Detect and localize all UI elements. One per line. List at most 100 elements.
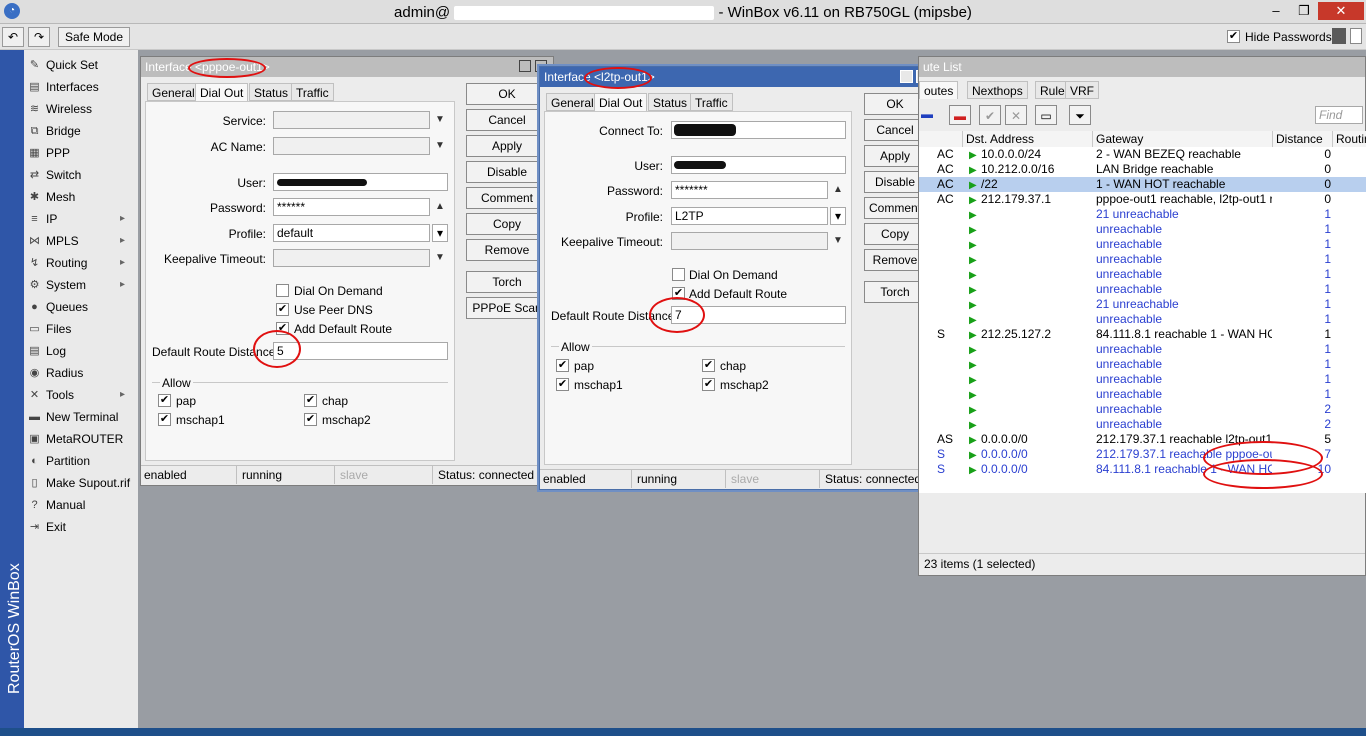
enable-icon[interactable]: ✔ <box>979 105 1001 125</box>
table-row[interactable]: AC ▶ 212.179.37.1 pppoe-out1 reachable, l2t… <box>919 192 1366 207</box>
minimize-button[interactable]: – <box>1262 2 1290 20</box>
table-row[interactable]: S ▶ 212.25.127.2 84.111.8.1 reachable 1 - W… <box>919 327 1366 342</box>
table-row[interactable]: ▶ unreachable 1 <box>919 372 1366 387</box>
keepalive-dropdown-icon[interactable]: ▼ <box>833 235 843 246</box>
sidebar-item-mesh[interactable]: ✱ Mesh <box>26 186 138 208</box>
l2tp-restore-icon[interactable] <box>900 70 913 83</box>
allow-pap-checkbox[interactable]: ✔ <box>556 359 569 372</box>
sidebar-item-partition[interactable]: ◐ Partition <box>26 450 138 472</box>
restore-button[interactable]: ❐ <box>1290 2 1318 20</box>
table-row[interactable]: ▶ unreachable 1 <box>919 312 1366 327</box>
col-dst-address[interactable]: Dst. Address <box>963 131 1093 147</box>
user-field[interactable] <box>671 156 846 174</box>
password-toggle-icon[interactable]: ▲ <box>435 201 445 212</box>
comment-button[interactable]: Comment <box>864 197 926 219</box>
allow-mschap2-checkbox[interactable]: ✔ <box>702 378 715 391</box>
col-flags[interactable] <box>919 131 963 147</box>
sidebar-item-mpls[interactable]: ⋈ MPLS ▸ <box>26 230 138 252</box>
cancel-button[interactable]: Cancel <box>466 109 548 131</box>
remove-button[interactable]: Remove <box>466 239 548 261</box>
table-row[interactable]: ▶ unreachable 1 <box>919 237 1366 252</box>
profile-select[interactable]: default <box>273 224 430 242</box>
tab-traffic[interactable]: Traffic <box>690 93 733 111</box>
keepalive-field[interactable] <box>671 232 828 250</box>
sidebar-item-routing[interactable]: ↯ Routing ▸ <box>26 252 138 274</box>
sidebar-item-system[interactable]: ⚙ System ▸ <box>26 274 138 296</box>
service-dropdown-icon[interactable]: ▼ <box>435 114 445 125</box>
tab-nexthops[interactable]: Nexthops <box>967 81 1028 99</box>
sidebar-item-interfaces[interactable]: ▤ Interfaces <box>26 76 138 98</box>
copy-button[interactable]: Copy <box>864 223 926 245</box>
table-row[interactable]: ▶ unreachable 1 <box>919 342 1366 357</box>
torch-button[interactable]: Torch <box>864 281 926 303</box>
table-row[interactable]: AC ▶ /22 1 - WAN HOT reachable 0 <box>919 177 1366 192</box>
route-list-title[interactable]: ute List <box>919 57 1365 77</box>
table-row[interactable]: ▶ unreachable 1 <box>919 267 1366 282</box>
allow-mschap1-checkbox[interactable]: ✔ <box>556 378 569 391</box>
dial-on-demand-checkbox[interactable] <box>672 268 685 281</box>
ac-name-field[interactable] <box>273 137 430 155</box>
tab-status[interactable]: Status <box>648 93 693 111</box>
connect-to-field[interactable] <box>671 121 846 139</box>
table-row[interactable]: ▶ 21 unreachable 1 <box>919 297 1366 312</box>
safe-mode-button[interactable]: Safe Mode <box>58 27 130 47</box>
col-gateway[interactable]: Gateway <box>1093 131 1273 147</box>
disable-icon[interactable]: ✕ <box>1005 105 1027 125</box>
user-field[interactable] <box>273 173 448 191</box>
pppoe-restore-icon[interactable] <box>519 60 531 72</box>
tab-routes[interactable]: outes <box>919 81 959 99</box>
find-input[interactable]: Find <box>1315 106 1363 124</box>
sidebar-item-ip[interactable]: ≡ IP ▸ <box>26 208 138 230</box>
table-row[interactable]: ▶ unreachable 1 <box>919 357 1366 372</box>
table-row[interactable]: ▶ unreachable 1 <box>919 222 1366 237</box>
table-row[interactable]: AC ▶ 10.212.0.0/16 LAN Bridge reachable 0 <box>919 162 1366 177</box>
table-row[interactable]: AC ▶ 10.0.0.0/24 2 - WAN BEZEQ reachable 0 <box>919 147 1366 162</box>
ok-button[interactable]: OK <box>466 83 548 105</box>
sidebar-item-switch[interactable]: ⇄ Switch <box>26 164 138 186</box>
ac-dropdown-icon[interactable]: ▼ <box>435 140 445 151</box>
tab-dial-out[interactable]: Dial Out <box>594 93 648 111</box>
redo-button[interactable]: ↷ <box>28 27 50 47</box>
password-toggle-icon[interactable]: ▲ <box>833 184 843 195</box>
sidebar-item-queues[interactable]: ● Queues <box>26 296 138 318</box>
allow-mschap1-checkbox[interactable]: ✔ <box>158 413 171 426</box>
table-row[interactable]: ▶ 21 unreachable 1 <box>919 207 1366 222</box>
profile-dropdown-icon[interactable]: ▾ <box>830 207 846 225</box>
apply-button[interactable]: Apply <box>864 145 926 167</box>
col-routing[interactable]: Routing <box>1333 131 1366 147</box>
col-distance[interactable]: Distance <box>1273 131 1333 147</box>
sidebar-item-log[interactable]: ▤ Log <box>26 340 138 362</box>
torch-button[interactable]: Torch <box>466 271 548 293</box>
filter-icon[interactable]: ⏷ <box>1069 105 1091 125</box>
sidebar-item-ppp[interactable]: ▦ PPP <box>26 142 138 164</box>
comment-button[interactable]: Comment <box>466 187 548 209</box>
use-peer-dns-checkbox[interactable]: ✔ <box>276 303 289 316</box>
cancel-button[interactable]: Cancel <box>864 119 926 141</box>
keepalive-dropdown-icon[interactable]: ▼ <box>435 252 445 263</box>
tab-status[interactable]: Status <box>249 83 294 101</box>
sidebar-item-tools[interactable]: ✕ Tools ▸ <box>26 384 138 406</box>
remove-icon[interactable]: ▬ <box>949 105 971 125</box>
ok-button[interactable]: OK <box>864 93 926 115</box>
table-row[interactable]: ▶ unreachable 2 <box>919 402 1366 417</box>
disable-button[interactable]: Disable <box>864 171 926 193</box>
pppoe-scan-button[interactable]: PPPoE Scan <box>466 297 548 319</box>
remove-button[interactable]: Remove <box>864 249 926 271</box>
undo-button[interactable]: ↶ <box>2 27 24 47</box>
tab-dial-out[interactable]: Dial Out <box>195 83 249 101</box>
sidebar-item-new-terminal[interactable]: ▬ New Terminal <box>26 406 138 428</box>
sidebar-item-quick-set[interactable]: ✎ Quick Set <box>26 54 138 76</box>
tab-vrf[interactable]: VRF <box>1065 81 1099 99</box>
password-field[interactable]: ****** <box>273 198 430 216</box>
sidebar-item-manual[interactable]: ? Manual <box>26 494 138 516</box>
allow-chap-checkbox[interactable]: ✔ <box>304 394 317 407</box>
copy-button[interactable]: Copy <box>466 213 548 235</box>
table-row[interactable]: ▶ unreachable 1 <box>919 282 1366 297</box>
sidebar-item-radius[interactable]: ◉ Radius <box>26 362 138 384</box>
allow-mschap2-checkbox[interactable]: ✔ <box>304 413 317 426</box>
tab-general[interactable]: General <box>546 93 599 111</box>
table-row[interactable]: ▶ unreachable 1 <box>919 387 1366 402</box>
comment-icon[interactable]: ▭ <box>1035 105 1057 125</box>
apply-button[interactable]: Apply <box>466 135 548 157</box>
sidebar-item-exit[interactable]: ⇥ Exit <box>26 516 138 538</box>
